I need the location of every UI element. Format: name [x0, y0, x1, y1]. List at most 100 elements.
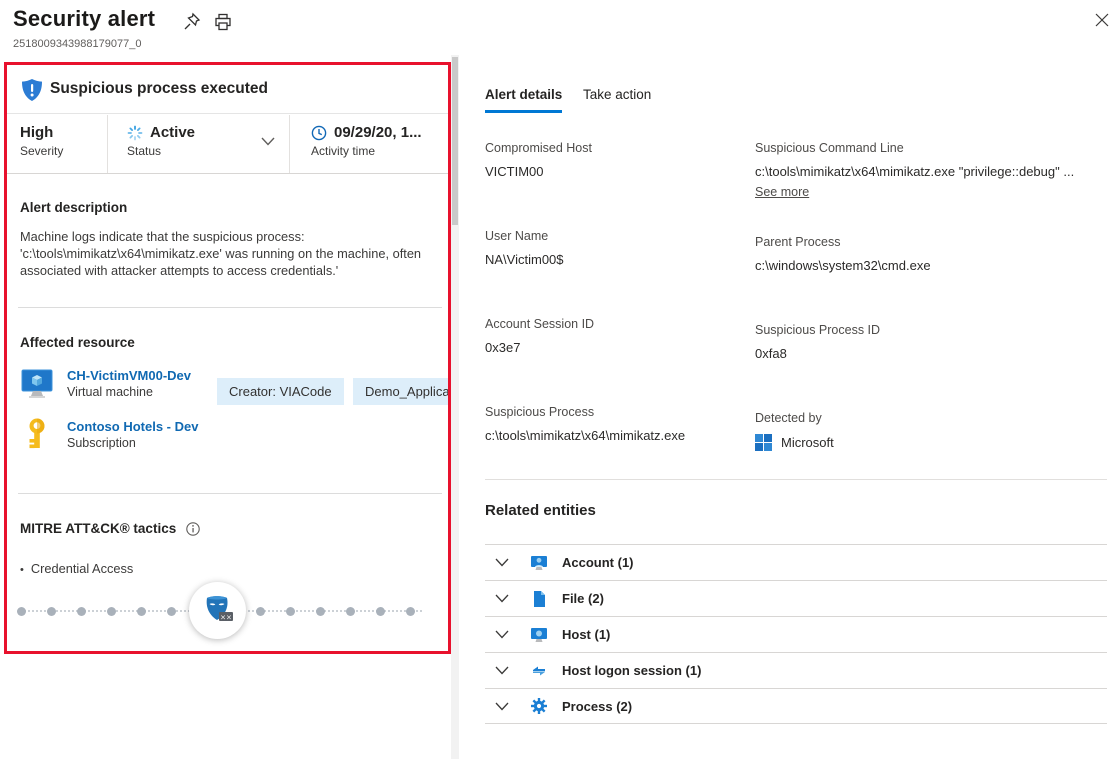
tactic-label: Credential Access: [31, 561, 133, 576]
timeline-dot: [167, 607, 176, 616]
account-icon: [530, 554, 548, 572]
entity-row-host[interactable]: Host (1): [485, 616, 1107, 652]
tab-take-action[interactable]: Take action: [583, 87, 651, 110]
status-kpi[interactable]: Active Status: [107, 115, 289, 173]
field-compromised-host: Compromised Host VICTIM00: [485, 141, 745, 179]
entity-label: Account (1): [562, 555, 634, 570]
field-account-session-id: Account Session ID 0x3e7: [485, 317, 745, 355]
resource-name-link[interactable]: Contoso Hotels - Dev: [67, 419, 198, 434]
timeline-dot: [406, 607, 415, 616]
resource-subscription: Contoso Hotels - Dev Subscription: [20, 417, 198, 451]
print-icon[interactable]: [213, 12, 233, 32]
timeline-dot: [77, 607, 86, 616]
status-label: Status: [127, 144, 289, 158]
affected-resource-heading: Affected resource: [20, 335, 135, 350]
severity-value: High: [20, 124, 107, 141]
field-user-name: User Name NA\Victim00$: [485, 229, 745, 267]
resource-type: Virtual machine: [67, 385, 191, 399]
timeline-dot: [107, 607, 116, 616]
bullet: •: [20, 564, 24, 576]
vertical-scrollbar[interactable]: [451, 55, 459, 759]
timeline-dot: [137, 607, 146, 616]
alert-id: 2518009343988179077_0: [13, 38, 141, 50]
field-value: VICTIM00: [485, 164, 745, 179]
field-label: Account Session ID: [485, 317, 745, 331]
field-detected-by: Detected by Microsoft: [755, 411, 1015, 451]
resource-type: Subscription: [67, 436, 198, 450]
info-icon[interactable]: [186, 522, 200, 536]
timeline-dot: [256, 607, 265, 616]
svg-text:××: ××: [220, 613, 232, 621]
timeline-dot: [376, 607, 385, 616]
alert-summary-panel: Suspicious process executed High Severit…: [4, 62, 451, 654]
alert-title-row: Suspicious process executed: [7, 65, 448, 114]
chevron-down-icon[interactable]: [495, 558, 509, 567]
file-icon: [530, 590, 548, 608]
credential-access-stage[interactable]: ××: [189, 582, 246, 639]
pin-icon[interactable]: [182, 12, 202, 32]
severity-kpi: High Severity: [7, 115, 107, 173]
close-icon[interactable]: [1092, 10, 1112, 30]
chevron-down-icon[interactable]: [495, 702, 509, 711]
field-label: Detected by: [755, 411, 1015, 425]
see-more-link[interactable]: See more: [755, 185, 809, 199]
entity-label: Host logon session (1): [562, 663, 701, 678]
resource-tag[interactable]: Creator: VIACode: [217, 378, 344, 405]
scrollbar-thumb[interactable]: [452, 57, 458, 225]
related-entities-list: Account (1) File (2) Host (1) Host logon…: [485, 544, 1107, 724]
entity-label: Process (2): [562, 699, 632, 714]
field-parent-process: Parent Process c:\windows\system32\cmd.e…: [755, 235, 1015, 273]
mitre-heading-row: MITRE ATT&CK® tactics: [20, 521, 200, 536]
alert-description-heading: Alert description: [20, 200, 127, 215]
activity-time-kpi: 09/29/20, 1... Activity time: [289, 115, 448, 173]
timeline-dot: [346, 607, 355, 616]
field-value: c:\windows\system32\cmd.exe: [755, 258, 1015, 273]
activity-time-label: Activity time: [311, 144, 448, 158]
field-value: 0x3e7: [485, 340, 745, 355]
related-entities-heading: Related entities: [485, 502, 596, 519]
timeline-dot: [286, 607, 295, 616]
entity-row-host-logon-session[interactable]: Host logon session (1): [485, 652, 1107, 688]
field-value: c:\tools\mimikatz\x64\mimikatz.exe "priv…: [755, 164, 1115, 179]
timeline-dot: [17, 607, 26, 616]
alert-description-text: Machine logs indicate that the suspiciou…: [20, 229, 430, 280]
tactic-item: • Credential Access: [20, 561, 133, 576]
chevron-down-icon[interactable]: [495, 594, 509, 603]
page-title: Security alert: [13, 6, 155, 32]
divider: [18, 307, 442, 308]
kill-chain-timeline: ××: [7, 579, 448, 643]
field-label: Parent Process: [755, 235, 1015, 249]
entity-row-process[interactable]: Process (2): [485, 688, 1107, 724]
virtual-machine-icon: [20, 366, 54, 400]
alert-shield-icon: [21, 78, 43, 102]
divider: [18, 493, 442, 494]
entity-row-account[interactable]: Account (1): [485, 544, 1107, 580]
alert-title: Suspicious process executed: [50, 80, 268, 98]
field-suspicious-process: Suspicious Process c:\tools\mimikatz\x64…: [485, 405, 745, 443]
field-label: Compromised Host: [485, 141, 745, 155]
chevron-down-icon[interactable]: [261, 137, 275, 146]
chevron-down-icon[interactable]: [495, 666, 509, 675]
field-value: NA\Victim00$: [485, 252, 745, 267]
chevron-down-icon[interactable]: [495, 630, 509, 639]
divider: [485, 479, 1107, 480]
mask-icon: ××: [200, 593, 236, 629]
field-value: c:\tools\mimikatz\x64\mimikatz.exe: [485, 428, 745, 443]
resource-tag[interactable]: Demo_Applicati: [353, 378, 451, 405]
mitre-tactics-heading: MITRE ATT&CK® tactics: [20, 521, 176, 536]
microsoft-logo-icon: [755, 434, 772, 451]
severity-label: Severity: [20, 144, 107, 158]
status-value: Active: [150, 124, 195, 141]
entity-label: File (2): [562, 591, 604, 606]
entity-row-file[interactable]: File (2): [485, 580, 1107, 616]
field-suspicious-command-line: Suspicious Command Line c:\tools\mimikat…: [755, 141, 1115, 201]
entity-label: Host (1): [562, 627, 610, 642]
logon-session-icon: [530, 662, 548, 680]
status-spinner-icon: [127, 125, 143, 141]
field-label: User Name: [485, 229, 745, 243]
field-suspicious-process-id: Suspicious Process ID 0xfa8: [755, 323, 1015, 361]
alert-kpi-strip: High Severity Active: [7, 115, 448, 174]
resource-name-link[interactable]: CH-VictimVM00-Dev: [67, 368, 191, 383]
tab-alert-details[interactable]: Alert details: [485, 87, 562, 113]
clock-icon: [311, 125, 327, 141]
